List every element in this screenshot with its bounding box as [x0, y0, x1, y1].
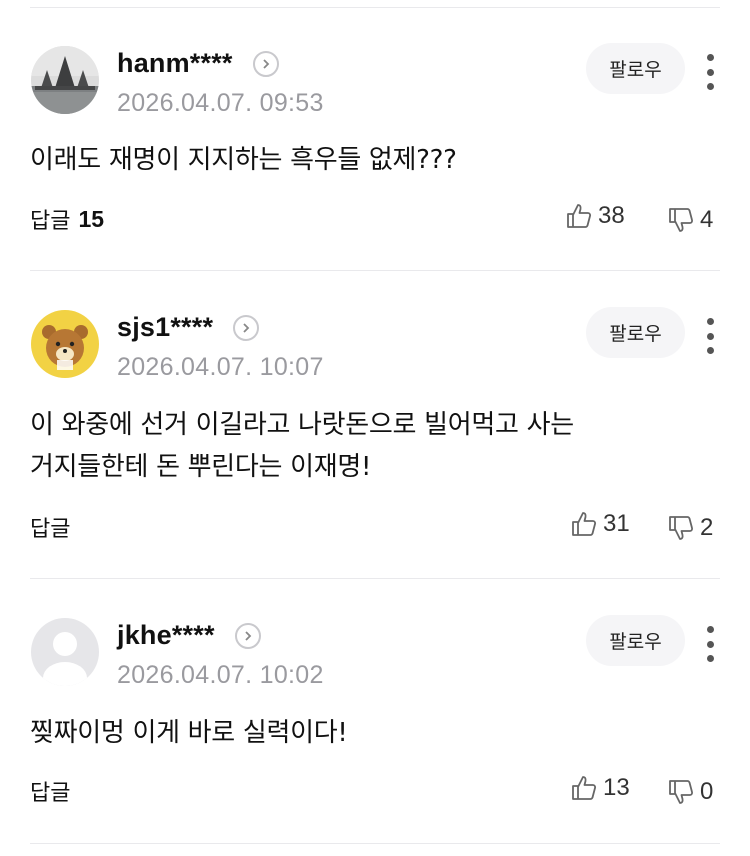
timestamp: 2026.04.07. 09:53 [117, 89, 324, 117]
dislike-button[interactable]: 2 [668, 514, 713, 542]
dislike-count: 4 [700, 206, 714, 233]
more-options-icon[interactable] [700, 624, 720, 664]
bear-character-avatar-icon [31, 310, 99, 378]
like-count: 31 [603, 510, 630, 537]
follow-button[interactable]: 팔로우 [586, 307, 685, 358]
username[interactable]: sjs1**** [117, 312, 213, 343]
like-button[interactable]: 38 [566, 202, 625, 230]
thumbs-up-icon [567, 204, 592, 228]
username[interactable]: hanm**** [117, 48, 233, 79]
follow-button[interactable]: 팔로우 [586, 43, 685, 94]
reply-count: 15 [78, 205, 105, 232]
comment-text: 찢짜이멍 이게 바로 실력이다! [30, 718, 348, 748]
like-button[interactable]: 13 [571, 774, 630, 802]
avatar[interactable] [31, 310, 99, 378]
thumbs-down-icon [669, 208, 694, 232]
timestamp: 2026.04.07. 10:07 [117, 353, 324, 381]
temple-photo-avatar-icon [31, 46, 99, 114]
reply-label: 답글 [30, 517, 71, 542]
default-user-avatar-icon [31, 618, 99, 686]
more-options-icon[interactable] [700, 316, 720, 356]
top-divider [30, 7, 720, 8]
comment-text: 이래도 재명이 지지하는 흑우들 없제??? [30, 145, 457, 175]
thumbs-down-icon [669, 780, 694, 804]
avatar[interactable] [31, 46, 99, 114]
like-count: 38 [598, 202, 625, 229]
timestamp: 2026.04.07. 10:02 [117, 661, 324, 689]
dislike-button[interactable]: 4 [668, 206, 713, 234]
comment-divider [30, 578, 720, 579]
reply-button[interactable]: 답글 [30, 511, 78, 543]
reply-button[interactable]: 답글 15 [30, 203, 104, 235]
thumbs-up-icon [572, 512, 597, 536]
reply-label: 답글 [30, 209, 71, 234]
reply-button[interactable]: 답글 [30, 775, 78, 807]
comment-divider [30, 270, 720, 271]
chevron-right-icon[interactable] [233, 314, 260, 341]
reply-label: 답글 [30, 781, 71, 806]
dislike-count: 2 [700, 514, 714, 541]
follow-button[interactable]: 팔로우 [586, 615, 685, 666]
more-options-icon[interactable] [700, 52, 720, 92]
dislike-button[interactable]: 0 [668, 778, 713, 806]
username[interactable]: jkhe**** [117, 620, 215, 651]
chevron-right-icon[interactable] [234, 622, 261, 649]
dislike-count: 0 [700, 778, 714, 805]
thumbs-up-icon [572, 776, 597, 800]
thumbs-down-icon [669, 516, 694, 540]
chevron-right-icon[interactable] [252, 50, 279, 77]
like-count: 13 [603, 774, 630, 801]
avatar[interactable] [31, 618, 99, 686]
comment-divider [30, 843, 720, 844]
like-button[interactable]: 31 [571, 510, 630, 538]
comment-text: 이 와중에 선거 이길라고 나랏돈으로 빌어먹고 사는 거지들한테 돈 뿌린다는… [30, 410, 574, 482]
